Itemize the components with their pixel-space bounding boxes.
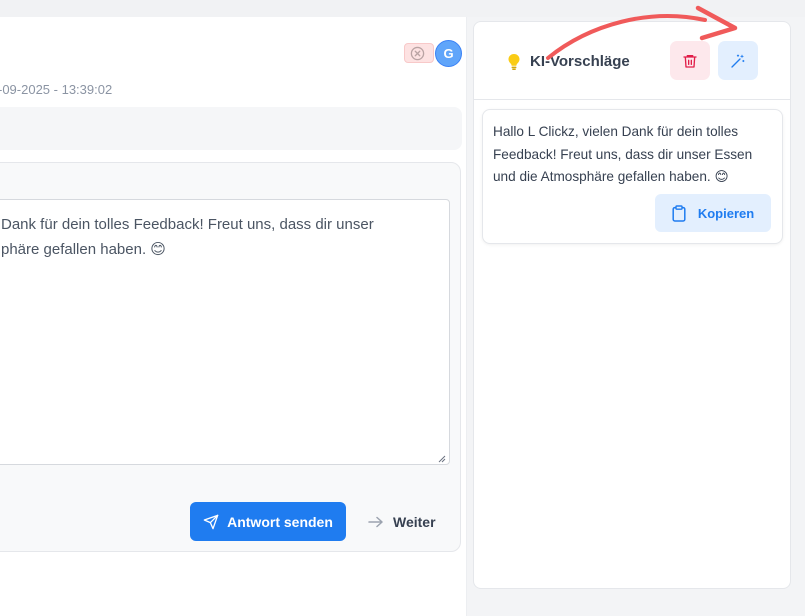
send-reply-button[interactable]: Antwort senden [190, 502, 346, 541]
copy-suggestion-button[interactable]: Kopieren [655, 194, 771, 232]
avatar[interactable]: G [435, 40, 462, 67]
ai-suggestions-panel [473, 21, 791, 589]
magic-wand-icon [731, 53, 745, 68]
review-datetime: -09-2025 - 13:39:02 [0, 82, 113, 97]
clipboard-icon [672, 204, 686, 222]
lightbulb-icon [508, 54, 520, 70]
generate-suggestions-button[interactable] [718, 41, 758, 80]
ai-panel-title: KI-Vorschläge [530, 53, 630, 70]
copy-label: Kopieren [697, 205, 755, 221]
review-text-box [0, 107, 462, 150]
suggestion-text: Hallo L Clickz, vielen Dank für dein tol… [493, 124, 753, 184]
close-circle-icon [410, 46, 425, 60]
resize-handle-icon[interactable] [438, 455, 446, 463]
arrow-right-icon [368, 516, 383, 528]
next-label: Weiter [393, 514, 436, 530]
delete-suggestions-button[interactable] [670, 41, 710, 80]
next-button[interactable]: Weiter [368, 512, 436, 532]
send-icon [203, 514, 219, 529]
trash-icon [683, 54, 697, 68]
panel-divider [474, 99, 790, 100]
reply-textarea[interactable]: Dank für dein tolles Feedback! Freut uns… [0, 199, 450, 465]
window-top-strip [0, 0, 805, 17]
send-reply-label: Antwort senden [227, 513, 333, 530]
dismiss-chip[interactable] [404, 43, 434, 63]
